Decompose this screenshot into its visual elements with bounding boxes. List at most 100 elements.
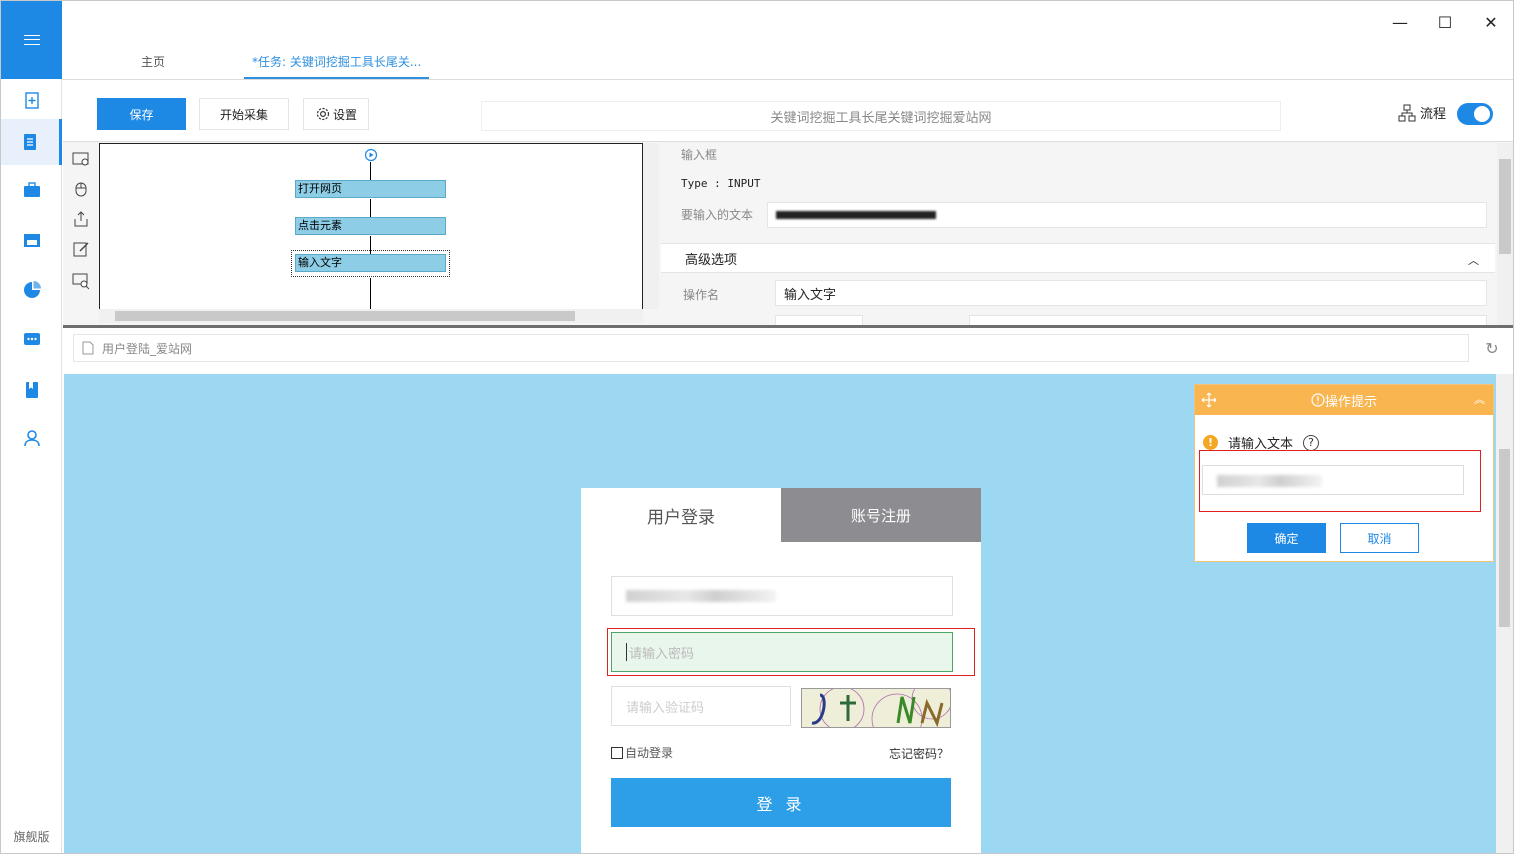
nav-item-store[interactable] — [1, 217, 62, 263]
text-cursor — [626, 643, 627, 661]
auto-login-label: 自动登录 — [625, 746, 674, 760]
panel-splitter[interactable] — [63, 325, 1513, 328]
flow-node-input-text[interactable]: 输入文字 — [295, 254, 446, 272]
hamburger-icon — [23, 35, 40, 45]
chat-icon — [23, 333, 40, 345]
user-icon — [23, 430, 40, 447]
briefcase-icon — [23, 182, 40, 197]
operation-hint-popup: 操作提示 ︽ ! 请输入文本 ? 确定 取消 — [1194, 384, 1494, 562]
edition-label: 旗舰版 — [13, 830, 50, 844]
flowchart-icon — [1398, 104, 1416, 121]
hint-header[interactable]: 操作提示 ︽ — [1195, 385, 1493, 415]
flow-connector — [370, 199, 371, 217]
canvas-v-scrollbar[interactable] — [643, 143, 659, 309]
masked-text — [1217, 475, 1322, 487]
minimize-button[interactable]: — — [1385, 9, 1415, 35]
wait-time-field[interactable] — [775, 315, 863, 325]
flow-toggle[interactable] — [1457, 103, 1493, 125]
maximize-button[interactable]: ☐ — [1430, 9, 1460, 35]
hint-text-input[interactable] — [1202, 465, 1464, 495]
op-name-field[interactable]: 输入文字 — [775, 280, 1487, 306]
flow-switch-label: 流程 — [1398, 103, 1446, 122]
cancel-button[interactable]: 取消 — [1340, 523, 1419, 553]
hint-title: 操作提示 — [1324, 394, 1377, 410]
help-icon[interactable]: ? — [1303, 434, 1320, 451]
advanced-options-bar[interactable]: 高级选项 ︿ — [661, 243, 1495, 273]
username-input[interactable] — [611, 576, 953, 616]
app-window: 旗舰版 — ☐ ✕ 主页 *任务: 关键词挖掘工具长尾关... 保存 开始采集 … — [0, 0, 1514, 854]
tool-add-page-icon[interactable] — [71, 149, 91, 169]
flow-node-click-element[interactable]: 点击元素 — [295, 217, 446, 235]
nav-item-account[interactable] — [1, 415, 62, 461]
book-icon — [25, 382, 38, 398]
captcha-image[interactable] — [801, 688, 951, 728]
start-play-icon — [364, 148, 378, 162]
save-button[interactable]: 保存 — [97, 98, 186, 130]
gear-icon — [316, 107, 330, 121]
masked-username — [626, 590, 776, 602]
task-title[interactable]: 关键词挖掘工具长尾关键词挖掘爱站网 — [481, 101, 1281, 131]
type-text: Type : INPUT — [681, 177, 761, 190]
store-icon — [23, 234, 40, 247]
viewport-v-scrollbar[interactable] — [1496, 374, 1513, 853]
nav-item-tasks[interactable] — [1, 119, 62, 165]
chevron-up-icon: ︿ — [1468, 254, 1479, 267]
section-title: 输入框 — [681, 148, 718, 162]
tool-click-icon[interactable] — [71, 179, 91, 199]
nav-item-messages[interactable] — [1, 317, 62, 363]
tool-export-icon[interactable] — [71, 209, 91, 229]
captcha-input[interactable]: 请输入验证码 — [611, 686, 791, 726]
forgot-password-link[interactable]: 忘记密码？ — [889, 745, 949, 762]
nav-item-toolbox[interactable] — [1, 167, 62, 213]
page-icon — [82, 341, 94, 355]
scrollbar-thumb[interactable] — [1499, 449, 1510, 627]
tab-home[interactable]: 主页 — [141, 53, 165, 79]
tab-user-login[interactable]: 用户登录 — [581, 488, 781, 542]
auto-login[interactable]: 自动登录 — [611, 744, 673, 761]
login-card: 用户登录 账号注册 请输入密码 请输入验证码 自动登录 忘记密码？ 登 录 — [581, 488, 981, 853]
collapse-icon[interactable]: ︽ — [1474, 391, 1485, 407]
menu-button[interactable] — [1, 1, 62, 79]
masked-text — [776, 211, 936, 219]
tool-edit-icon[interactable] — [71, 239, 91, 259]
start-collect-button[interactable]: 开始采集 — [199, 98, 289, 130]
properties-panel: 输入框 Type : INPUT 要输入的文本 高级选项 ︿ 操作名 输入文字 — [661, 143, 1497, 325]
page-address-bar[interactable]: 用户登陆_爱站网 — [73, 334, 1469, 362]
page-title: 用户登陆_爱站网 — [102, 341, 193, 356]
properties-v-scrollbar[interactable] — [1497, 143, 1513, 325]
flow-connector — [370, 162, 371, 180]
flow-tool-strip — [63, 143, 99, 325]
flow-label-text: 流程 — [1420, 107, 1447, 122]
scrollbar-thumb[interactable] — [115, 311, 575, 321]
canvas-h-scrollbar[interactable] — [99, 309, 643, 323]
tab-divider — [63, 79, 1513, 80]
scrollbar-thumb[interactable] — [1499, 159, 1511, 254]
pie-chart-icon — [23, 281, 41, 298]
nav-item-tutorial[interactable] — [1, 367, 62, 413]
settings-label: 设置 — [332, 107, 357, 122]
clipboard-plus-icon — [24, 92, 39, 109]
close-button[interactable]: ✕ — [1476, 9, 1506, 35]
nav-item-new-task[interactable] — [1, 77, 62, 123]
settings-button[interactable]: 设置 — [303, 98, 369, 130]
nav-item-stats[interactable] — [1, 267, 62, 313]
input-text-label: 要输入的文本 — [681, 208, 754, 222]
wait-element-field[interactable] — [969, 315, 1487, 325]
input-text-field[interactable] — [767, 202, 1487, 228]
advanced-options-label: 高级选项 — [685, 252, 738, 268]
info-circle-icon — [1311, 393, 1325, 407]
auto-login-checkbox[interactable] — [611, 746, 623, 759]
password-placeholder: 请输入密码 — [629, 646, 695, 662]
left-nav: 旗舰版 — [1, 1, 62, 853]
tab-register[interactable]: 账号注册 — [781, 488, 981, 542]
flow-canvas[interactable]: 打开网页 点击元素 输入文字 — [99, 143, 643, 311]
tab-task[interactable]: *任务: 关键词挖掘工具长尾关... — [244, 53, 430, 79]
tool-search-icon[interactable] — [71, 271, 91, 291]
refresh-icon[interactable]: ↻ — [1481, 337, 1503, 359]
confirm-button[interactable]: 确定 — [1247, 523, 1326, 553]
login-button[interactable]: 登 录 — [611, 778, 951, 827]
password-input[interactable]: 请输入密码 — [611, 632, 953, 672]
move-icon[interactable] — [1201, 392, 1217, 408]
flow-node-open-page[interactable]: 打开网页 — [295, 180, 446, 198]
flow-connector — [370, 278, 371, 310]
